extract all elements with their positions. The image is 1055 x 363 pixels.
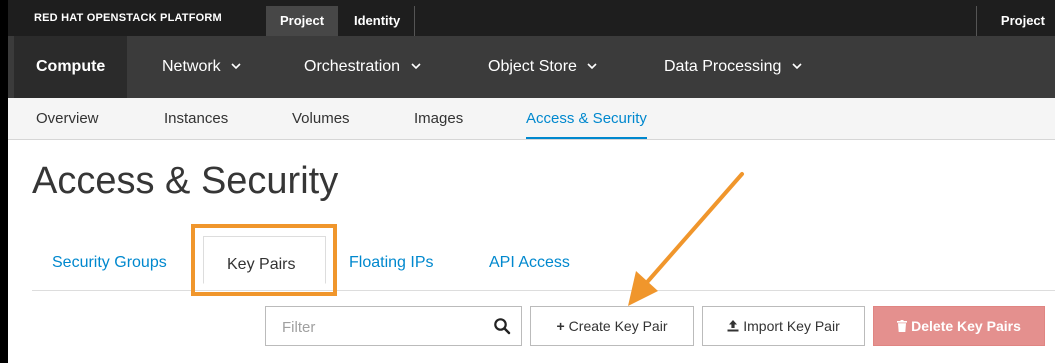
trash-icon	[897, 320, 908, 332]
search-icon[interactable]	[493, 317, 511, 335]
project-selector[interactable]: Project	[1001, 6, 1045, 36]
main-nav: Compute Network Orchestration Object Sto…	[8, 36, 1055, 98]
sub-nav: Overview Instances Volumes Images Access…	[8, 98, 1055, 140]
chevron-down-icon	[231, 63, 241, 70]
delete-key-pairs-button[interactable]: Delete Key Pairs	[873, 306, 1045, 346]
brand-logo: RED HAT OPENSTACK PLATFORM	[34, 12, 222, 24]
tab-project[interactable]: Project	[266, 6, 339, 36]
chevron-down-icon	[792, 63, 802, 70]
nav-item-orchestration[interactable]: Orchestration	[304, 36, 421, 98]
tabs-divider	[32, 290, 1055, 291]
nav-item-label: Object Store	[488, 58, 577, 75]
nav-item-network[interactable]: Network	[162, 36, 241, 98]
tab-floating-ips[interactable]: Floating IPs	[349, 248, 433, 290]
tab-api-access[interactable]: API Access	[489, 248, 570, 290]
create-key-pair-label: Create Key Pair	[568, 318, 668, 334]
upload-icon	[727, 320, 739, 332]
nav-item-compute[interactable]: Compute	[14, 36, 128, 98]
subnav-item-instances[interactable]: Instances	[164, 98, 228, 139]
nav-item-label: Orchestration	[304, 58, 401, 75]
import-key-pair-label: Import Key Pair	[743, 318, 840, 334]
subnav-item-overview[interactable]: Overview	[36, 98, 99, 139]
window-border	[0, 0, 8, 363]
subnav-item-access-security[interactable]: Access & Security	[526, 98, 647, 139]
subnav-item-volumes[interactable]: Volumes	[292, 98, 350, 139]
nav-item-label: Network	[162, 58, 221, 75]
tab-security-groups[interactable]: Security Groups	[52, 248, 167, 290]
top-bar: RED HAT OPENSTACK PLATFORM Project Ident…	[8, 0, 1055, 36]
filter-field[interactable]	[265, 306, 522, 347]
page-title: Access & Security	[32, 160, 339, 202]
top-divider	[976, 6, 977, 36]
annotation-arrow	[628, 172, 744, 306]
filter-input[interactable]	[266, 307, 499, 347]
plus-icon: +	[556, 318, 565, 334]
delete-key-pairs-label: Delete Key Pairs	[911, 318, 1021, 334]
chevron-down-icon	[410, 63, 421, 70]
top-divider	[414, 6, 415, 36]
nav-item-data-processing[interactable]: Data Processing	[664, 36, 802, 98]
tab-identity[interactable]: Identity	[340, 6, 414, 36]
chevron-down-icon	[587, 63, 597, 70]
subnav-item-images[interactable]: Images	[414, 98, 463, 139]
highlight-annotation	[191, 224, 337, 296]
nav-item-label: Data Processing	[664, 58, 782, 75]
nav-item-object-store[interactable]: Object Store	[488, 36, 597, 98]
